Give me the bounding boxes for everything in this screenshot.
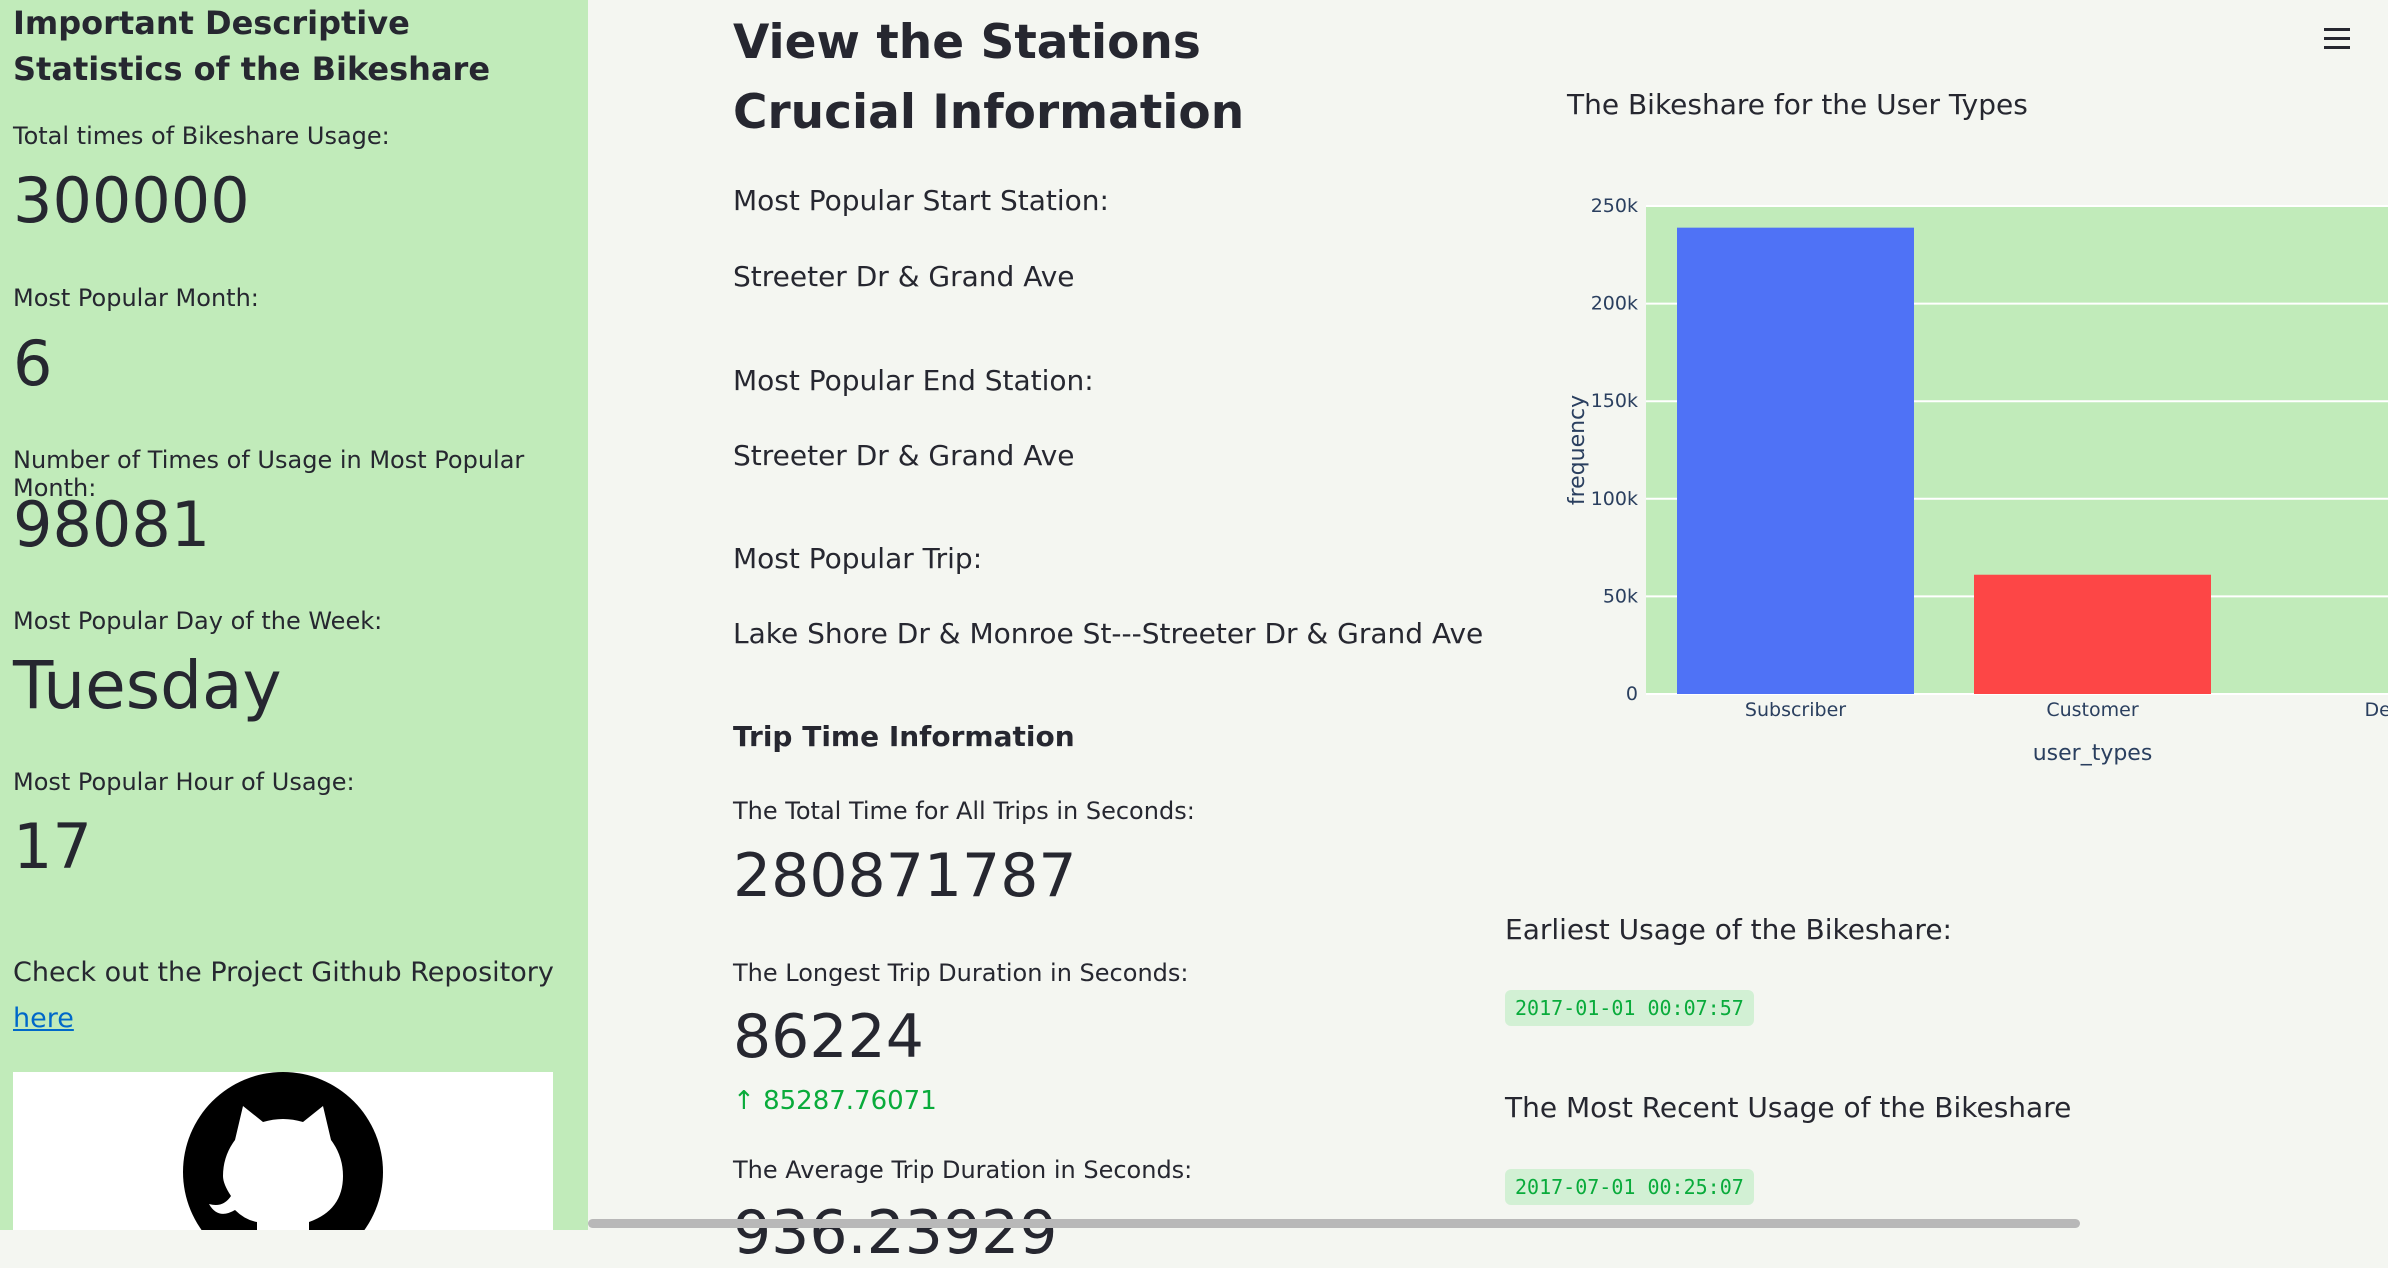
page-title: View the Stations Crucial Information <box>733 15 1245 140</box>
horizontal-scrollbar[interactable] <box>588 1219 2080 1228</box>
y-tick-label: 0 <box>1626 683 1638 705</box>
user-types-bar-chart[interactable]: 0 50k 100k 150k 200k 250k Subscriber Customer De… <box>1488 180 2388 780</box>
longest-trip-delta: ↑ 85287.76071 <box>733 1086 937 1116</box>
github-icon <box>183 1072 383 1230</box>
y-axis-label: frequency <box>1565 395 1590 505</box>
earliest-usage-value: 2017-01-01 00:07:57 <box>1505 990 1754 1026</box>
x-tick-label: Subscriber <box>1745 699 1846 721</box>
stat-value-popular-day: Tuesday <box>13 647 282 724</box>
stat-label-popular-hour: Most Popular Hour of Usage: <box>13 768 355 796</box>
longest-trip-value: 86224 <box>733 1002 924 1072</box>
stat-value-usage-popular-month: 98081 <box>13 488 211 561</box>
y-tick-label: 250k <box>1591 195 1638 217</box>
average-trip-label: The Average Trip Duration in Seconds: <box>733 1156 1193 1184</box>
start-station-label: Most Popular Start Station: <box>733 184 1109 217</box>
trip-time-heading: Trip Time Information <box>733 720 1075 753</box>
earliest-usage-label: Earliest Usage of the Bikeshare: <box>1505 913 1952 946</box>
total-time-label: The Total Time for All Trips in Seconds: <box>733 797 1195 825</box>
start-station-value: Streeter Dr & Grand Ave <box>733 260 1075 293</box>
stat-label-popular-day: Most Popular Day of the Week: <box>13 607 383 635</box>
github-link[interactable]: here <box>13 1003 74 1034</box>
y-tick-label: 100k <box>1591 488 1638 510</box>
x-axis-label: user_types <box>2033 741 2153 766</box>
longest-trip-label: The Longest Trip Duration in Seconds: <box>733 959 1189 987</box>
stat-value-popular-month: 6 <box>13 327 53 400</box>
total-time-value: 280871787 <box>733 841 1077 911</box>
hamburger-menu-icon[interactable] <box>2317 22 2357 62</box>
y-tick-label: 50k <box>1603 585 1638 607</box>
recent-usage-label: The Most Recent Usage of the Bikeshare <box>1505 1091 2072 1124</box>
main-content: View the Stations Crucial Information Mo… <box>588 0 2388 1263</box>
trip-label: Most Popular Trip: <box>733 542 983 575</box>
end-station-value: Streeter Dr & Grand Ave <box>733 439 1075 472</box>
bar-subscriber <box>1677 227 1914 694</box>
stat-label-popular-month: Most Popular Month: <box>13 284 259 312</box>
sidebar: Important Descriptive Statistics of the … <box>0 0 588 1230</box>
arrow-up-icon: ↑ <box>733 1086 755 1116</box>
end-station-label: Most Popular End Station: <box>733 364 1094 397</box>
stat-value-total-usage: 300000 <box>13 164 250 237</box>
y-tick-label: 150k <box>1591 390 1638 412</box>
github-text: Check out the Project Github Repository <box>13 957 554 988</box>
average-trip-value: 936.23929 <box>733 1198 1058 1268</box>
stat-label-total-usage: Total times of Bikeshare Usage: <box>13 122 390 150</box>
stat-value-popular-hour: 17 <box>13 810 92 883</box>
y-tick-label: 200k <box>1591 293 1638 315</box>
recent-usage-value: 2017-07-01 00:25:07 <box>1505 1169 1754 1205</box>
sidebar-title: Important Descriptive Statistics of the … <box>13 4 491 88</box>
delta-value: 85287.76071 <box>763 1086 937 1116</box>
trip-value: Lake Shore Dr & Monroe St---Streeter Dr … <box>733 617 1484 650</box>
chart-title: The Bikeshare for the User Types <box>1567 88 2028 121</box>
bar-customer <box>1974 574 2211 694</box>
github-logo-card[interactable] <box>13 1072 553 1230</box>
x-tick-label: Customer <box>2046 699 2138 721</box>
x-tick-label: Depe <box>2364 699 2388 721</box>
